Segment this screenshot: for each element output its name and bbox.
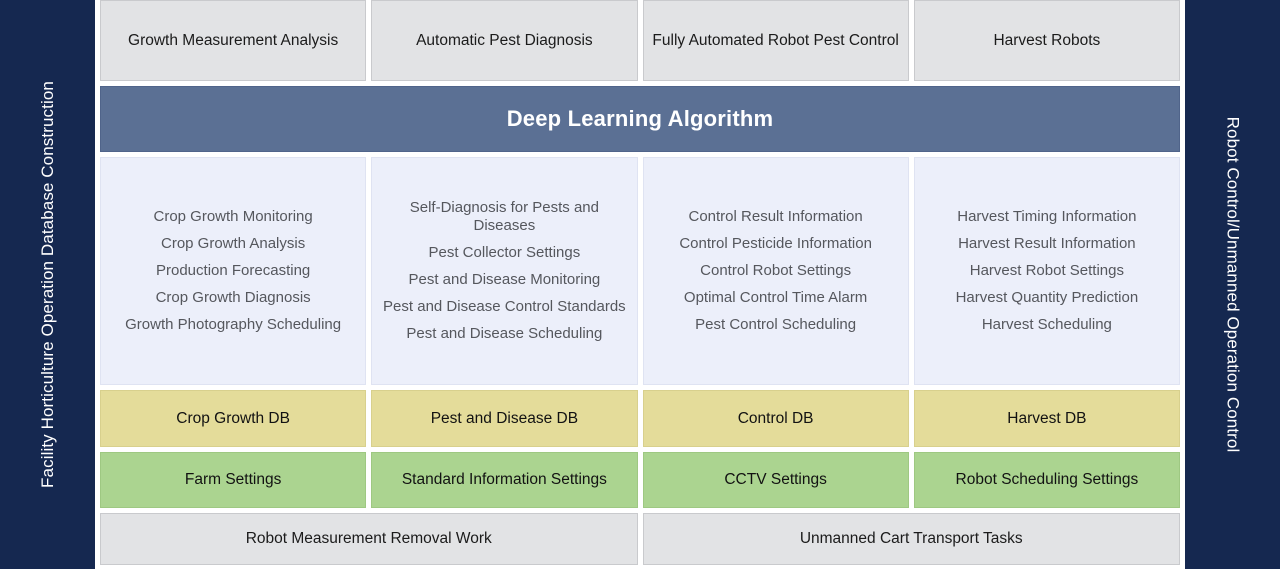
function-item: Optimal Control Time Alarm — [683, 289, 868, 306]
function-item: Crop Growth Monitoring — [153, 208, 313, 225]
settings-card[interactable]: Farm Settings — [100, 452, 367, 508]
database-card-label: Control DB — [737, 409, 814, 427]
function-row: Crop Growth Monitoring Crop Growth Analy… — [100, 157, 1180, 385]
task-card[interactable]: Unmanned Cart Transport Tasks — [642, 513, 1180, 565]
application-card-label: Growth Measurement Analysis — [128, 31, 339, 49]
function-item: Pest Collector Settings — [428, 244, 581, 261]
settings-card-label: CCTV Settings — [724, 471, 827, 488]
function-item: Pest and Disease Scheduling — [406, 325, 603, 342]
database-card-label: Harvest DB — [1007, 409, 1087, 427]
database-card[interactable]: Crop Growth DB — [100, 390, 367, 447]
function-item: Harvest Result Information — [958, 235, 1136, 252]
function-item: Self-Diagnosis for Pests and Diseases — [409, 199, 599, 234]
function-item: Crop Growth Diagnosis — [155, 289, 311, 306]
function-item: Harvest Timing Information — [957, 208, 1137, 225]
banner-row: Deep Learning Algorithm — [100, 86, 1180, 152]
application-card-label: Harvest Robots — [993, 31, 1101, 49]
database-card-label: Pest and Disease DB — [430, 409, 579, 427]
settings-row: Farm Settings Standard Information Setti… — [100, 452, 1180, 508]
function-item: Growth Photography Scheduling — [125, 316, 342, 333]
database-card[interactable]: Control DB — [642, 390, 909, 447]
task-card[interactable]: Robot Measurement Removal Work — [100, 513, 638, 565]
settings-card[interactable]: Standard Information Settings — [371, 452, 638, 508]
function-item: Production Forecasting — [156, 262, 311, 279]
application-card[interactable]: Harvest Robots — [913, 0, 1180, 81]
application-card-label: Fully Automated Robot Pest Control — [652, 31, 899, 49]
function-item: Harvest Robot Settings — [969, 262, 1124, 279]
application-card-label: Automatic Pest Diagnosis — [416, 31, 593, 49]
settings-card-label: Standard Information Settings — [401, 471, 607, 488]
task-card-label: Robot Measurement Removal Work — [245, 530, 492, 547]
function-item: Harvest Quantity Prediction — [955, 289, 1139, 306]
database-card[interactable]: Harvest DB — [913, 390, 1180, 447]
function-item: Harvest Scheduling — [981, 316, 1112, 333]
function-item: Control Robot Settings — [700, 262, 852, 279]
function-item: Pest Control Scheduling — [695, 316, 857, 333]
function-panel: Crop Growth Monitoring Crop Growth Analy… — [100, 157, 367, 385]
task-row: Robot Measurement Removal Work Unmanned … — [100, 513, 1180, 565]
deep-learning-banner: Deep Learning Algorithm — [100, 86, 1180, 152]
left-rail-label: Facility Horticulture Operation Database… — [38, 81, 57, 488]
settings-card[interactable]: CCTV Settings — [642, 452, 909, 508]
application-card[interactable]: Growth Measurement Analysis — [100, 0, 367, 81]
task-card-label: Unmanned Cart Transport Tasks — [799, 530, 1023, 547]
application-row: Growth Measurement Analysis Automatic Pe… — [100, 0, 1180, 81]
function-item: Crop Growth Analysis — [161, 235, 306, 252]
right-rail: Robot Control/Unmanned Operation Control — [1185, 0, 1280, 569]
function-panel: Self-Diagnosis for Pests and Diseases Pe… — [371, 157, 638, 385]
database-row: Crop Growth DB Pest and Disease DB Contr… — [100, 390, 1180, 447]
function-item: Pest and Disease Monitoring — [408, 271, 601, 288]
settings-card[interactable]: Robot Scheduling Settings — [913, 452, 1180, 508]
function-item: Control Pesticide Information — [679, 235, 872, 252]
function-panel: Control Result Information Control Pesti… — [642, 157, 909, 385]
diagram-grid: Growth Measurement Analysis Automatic Pe… — [100, 0, 1180, 569]
deep-learning-banner-label: Deep Learning Algorithm — [506, 106, 774, 131]
left-rail: Facility Horticulture Operation Database… — [0, 0, 95, 569]
function-item: Control Result Information — [688, 208, 863, 225]
function-panel: Harvest Timing Information Harvest Resul… — [913, 157, 1180, 385]
architecture-diagram: Facility Horticulture Operation Database… — [0, 0, 1280, 569]
settings-card-label: Farm Settings — [184, 471, 282, 488]
database-card[interactable]: Pest and Disease DB — [371, 390, 638, 447]
database-card-label: Crop Growth DB — [176, 409, 290, 427]
application-card[interactable]: Fully Automated Robot Pest Control — [642, 0, 909, 81]
application-card[interactable]: Automatic Pest Diagnosis — [371, 0, 638, 81]
right-rail-label: Robot Control/Unmanned Operation Control — [1223, 116, 1242, 453]
settings-card-label: Robot Scheduling Settings — [955, 471, 1139, 488]
function-item: Pest and Disease Control Standards — [383, 298, 626, 315]
